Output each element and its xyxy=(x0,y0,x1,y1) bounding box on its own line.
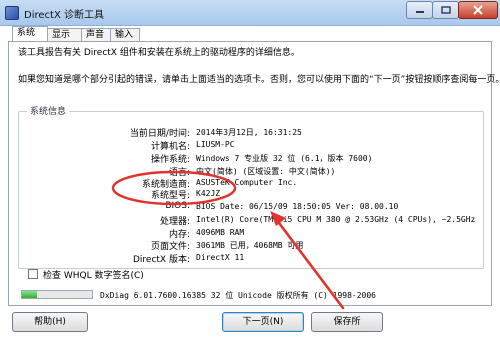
help-button[interactable]: 帮助(H) xyxy=(12,312,88,332)
info-row-bios: BIOS: BIOS Date: 06/15/09 18:50:05 Ver: … xyxy=(0,201,500,213)
whql-checkbox-label: 检查 WHQL 数字签名(C) xyxy=(43,271,144,281)
info-value: 中文(简体) (区域设置: 中文(简体)) xyxy=(196,167,336,176)
directx-diagnostic-window: DirectX 诊断工具 系统 显示 声音 输入 该工具报告有关 DirectX… xyxy=(0,0,500,337)
info-label: 操作系统: xyxy=(150,155,190,165)
info-value: Intel(R) Core(TM) i5 CPU M 380 @ 2.53GHz… xyxy=(196,215,476,224)
info-value: Windows 7 专业版 32 位 (6.1，版本 7600) xyxy=(196,154,373,163)
info-row-page-file: 页面文件: 3061MB 已用，4068MB 可用 xyxy=(0,239,500,252)
close-button[interactable] xyxy=(458,1,498,19)
minimize-button[interactable] xyxy=(406,1,433,19)
maximize-icon xyxy=(440,6,451,14)
tab-input[interactable]: 输入 xyxy=(110,28,140,42)
tab-sound[interactable]: 声音 xyxy=(81,28,111,42)
tab-strip: 系统 显示 声音 输入 xyxy=(0,26,500,42)
info-value: BIOS Date: 06/15/09 18:50:05 Ver: 08.00.… xyxy=(196,202,399,211)
next-page-button[interactable]: 下一页(N) xyxy=(222,312,304,332)
whql-checkbox[interactable] xyxy=(28,269,38,279)
info-label: 系统型号: xyxy=(150,191,190,201)
minimize-icon xyxy=(415,11,424,13)
progress-fill xyxy=(22,291,38,298)
info-value: LIUSM-PC xyxy=(196,140,235,149)
info-row-processor: 处理器: Intel(R) Core(TM) i5 CPU M 380 @ 2.… xyxy=(0,214,500,227)
info-row-directx-version: DirectX 版本: DirectX 11 xyxy=(0,252,500,265)
window-title: DirectX 诊断工具 xyxy=(24,10,104,21)
version-text: DxDiag 6.01.7600.16385 32 位 Unicode 版权所有… xyxy=(100,291,377,300)
info-value: 3061MB 已用，4068MB 可用 xyxy=(196,241,304,250)
info-value: 4096MB RAM xyxy=(196,228,245,237)
progress-bar xyxy=(21,290,93,299)
info-label: 当前日期/时间: xyxy=(129,129,190,139)
info-row-language: 语言: 中文(简体) (区域设置: 中文(简体)) xyxy=(0,165,500,178)
system-info-group-title: 系统信息 xyxy=(27,104,70,117)
info-label: BIOS: xyxy=(165,201,190,211)
intro-text-line1: 该工具报告有关 DirectX 组件和安装在系统上的驱动程序的详细信息。 xyxy=(18,48,300,58)
info-row-datetime: 当前日期/时间: 2014年3月12日, 16:31:25 xyxy=(0,126,500,139)
info-row-memory: 内存: 4096MB RAM xyxy=(0,227,500,240)
info-row-model: 系统型号: K42JZ xyxy=(0,188,500,201)
info-value: K42JZ xyxy=(196,189,221,198)
directx-app-icon xyxy=(5,6,19,20)
save-all-info-button[interactable]: 保存所 xyxy=(311,312,383,332)
info-label: 计算机名: xyxy=(150,142,190,152)
tab-system[interactable]: 系统 xyxy=(12,26,48,42)
intro-text-line2: 如果您知道是哪个部分引起的错误，请单击上面适当的选项卡。否则，您可以使用下面的“… xyxy=(18,75,500,85)
info-label: DirectX 版本: xyxy=(132,255,190,265)
maximize-button[interactable] xyxy=(432,1,459,19)
info-row-computer-name: 计算机名: LIUSM-PC xyxy=(0,139,500,152)
info-value: DirectX 11 xyxy=(196,253,245,262)
close-icon xyxy=(473,5,483,15)
tab-display[interactable]: 显示 xyxy=(47,28,82,42)
title-bar[interactable]: DirectX 诊断工具 xyxy=(0,0,500,26)
info-value: 2014年3月12日, 16:31:25 xyxy=(196,128,302,137)
info-value: ASUSTeK Computer Inc. xyxy=(196,178,298,187)
info-label: 处理器: xyxy=(159,217,190,227)
info-row-os: 操作系统: Windows 7 专业版 32 位 (6.1，版本 7600) xyxy=(0,152,500,165)
info-label: 页面文件: xyxy=(150,242,190,252)
